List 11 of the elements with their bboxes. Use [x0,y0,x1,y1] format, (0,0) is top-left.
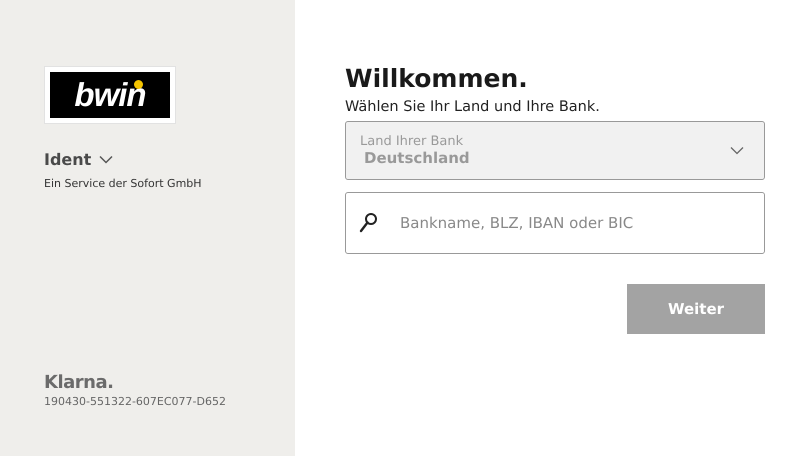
service-text: Ein Service der Sofort GmbH [44,177,202,190]
transaction-id: 190430-551322-607EC077-D652 [44,395,226,408]
chevron-icon [730,146,744,155]
merchant-logo: bwin [44,66,176,124]
chevron-icon [99,155,114,164]
brand-logo: Klarna. [44,372,114,393]
bank-search-field[interactable]: Bankname, BLZ, IBAN oder BIC [345,192,765,254]
page-title: Willkommen. [345,64,529,93]
product-dropdown[interactable]: Ident [44,150,114,169]
page-subtitle: Wählen Sie Ihr Land und Ihre Bank. [345,99,601,115]
search-icon [359,212,379,234]
